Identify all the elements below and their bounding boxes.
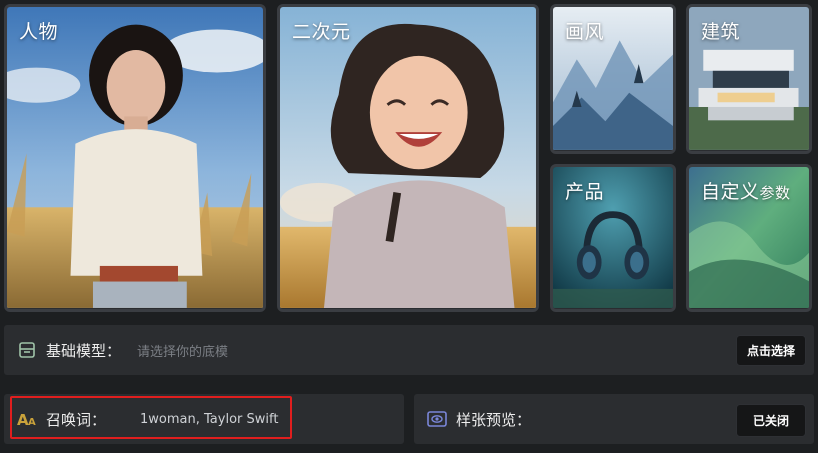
- category-label: 建筑: [701, 21, 741, 43]
- category-label: 二次元: [292, 21, 351, 43]
- base-model-placeholder[interactable]: 请选择你的底模: [137, 341, 228, 360]
- category-label: 画风: [565, 21, 605, 43]
- base-model-title: 基础模型：: [46, 341, 122, 360]
- category-card-art-style[interactable]: 画风: [550, 4, 676, 154]
- base-model-row: 基础模型： 请选择你的底模 点击选择: [4, 325, 814, 375]
- sample-preview-title: 样张预览：: [456, 410, 532, 429]
- select-model-button[interactable]: 点击选择: [735, 335, 806, 366]
- category-label-small: 参数: [759, 184, 791, 202]
- eye-icon: [426, 408, 448, 430]
- portrait-thumbnail: [7, 7, 263, 308]
- anime-thumbnail: [280, 7, 536, 308]
- category-card-custom[interactable]: 自定义参数: [686, 164, 812, 312]
- category-card-product[interactable]: 产品: [550, 164, 676, 312]
- database-stack-icon: [16, 339, 38, 361]
- prompt-input[interactable]: 1woman, Taylor Swift: [140, 412, 278, 427]
- category-label: 产品: [565, 181, 605, 203]
- category-card-portrait[interactable]: 人物: [4, 4, 266, 312]
- category-card-architecture[interactable]: 建筑: [686, 4, 812, 154]
- prompt-title: 召唤词：: [46, 410, 107, 429]
- font-size-icon: A A: [16, 408, 38, 430]
- svg-text:A: A: [28, 417, 36, 428]
- category-label-main: 自定义: [701, 181, 760, 203]
- preview-toggle-button[interactable]: 已关闭: [735, 404, 806, 437]
- prompt-row: A A 召唤词： 1woman, Taylor Swift: [4, 394, 404, 444]
- sample-preview-row: 样张预览： 已关闭: [414, 394, 814, 444]
- category-card-anime[interactable]: 二次元: [277, 4, 539, 312]
- category-label: 自定义参数: [701, 177, 791, 204]
- category-label: 人物: [19, 21, 59, 43]
